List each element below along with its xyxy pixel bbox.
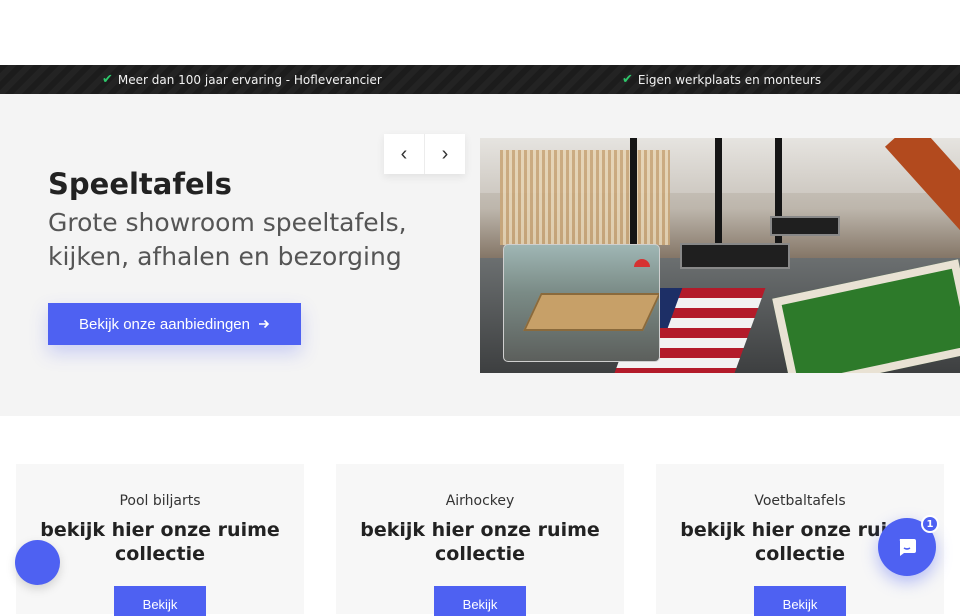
cue-rack xyxy=(500,150,670,245)
category-title: bekijk hier onze ruime collectie xyxy=(40,519,280,565)
chat-unread-badge: 1 xyxy=(921,515,939,533)
category-view-button[interactable]: Bekijk xyxy=(434,586,526,616)
airhockey-table xyxy=(680,243,790,269)
carousel-nav: ‹ › xyxy=(384,134,465,174)
usp-bar: ✔ Meer dan 100 jaar ervaring - Hoflevera… xyxy=(0,65,960,94)
showroom-inset-photo xyxy=(503,244,660,362)
showroom-image xyxy=(480,138,960,373)
category-name: Airhockey xyxy=(445,493,515,509)
category-name: Voetbaltafels xyxy=(754,493,846,509)
arrow-right-icon xyxy=(258,319,270,329)
category-view-button[interactable]: Bekijk xyxy=(754,586,846,616)
carousel-next-button[interactable]: › xyxy=(424,134,465,174)
usp-item: ✔ Eigen werkplaats en monteurs xyxy=(622,72,821,87)
shuffleboard-table xyxy=(523,293,659,331)
foosball-row xyxy=(770,216,840,236)
usp-text: Eigen werkplaats en monteurs xyxy=(637,72,822,87)
category-card: Pool biljarts bekijk hier onze ruime col… xyxy=(16,464,304,616)
category-card: Airhockey bekijk hier onze ruime collect… xyxy=(336,464,624,616)
category-cards: Pool biljarts bekijk hier onze ruime col… xyxy=(0,416,960,616)
usp-item: ✔ Meer dan 100 jaar ervaring - Hoflevera… xyxy=(102,72,382,87)
check-icon: ✔ xyxy=(102,72,113,87)
usp-text: Meer dan 100 jaar ervaring - Hofleveranc… xyxy=(117,72,382,87)
hero-title: Speeltafels xyxy=(48,167,232,201)
offers-button-label: Bekijk onze aanbiedingen xyxy=(79,315,250,333)
category-view-button[interactable]: Bekijk xyxy=(114,586,206,616)
accessibility-button[interactable] xyxy=(15,540,60,585)
category-title: bekijk hier onze ruime collectie xyxy=(360,519,600,565)
hero-subtitle: Grote showroom speeltafels, kijken, afha… xyxy=(48,208,407,271)
site-header xyxy=(0,0,960,65)
lamp xyxy=(634,259,650,267)
category-name: Pool biljarts xyxy=(119,493,201,509)
hero-section: Speeltafels Grote showroom speeltafels, … xyxy=(0,94,960,416)
chat-bubble-icon xyxy=(899,539,916,556)
offers-button[interactable]: Bekijk onze aanbiedingen xyxy=(48,303,301,345)
carousel-prev-button[interactable]: ‹ xyxy=(384,134,424,174)
check-icon: ✔ xyxy=(622,72,633,87)
